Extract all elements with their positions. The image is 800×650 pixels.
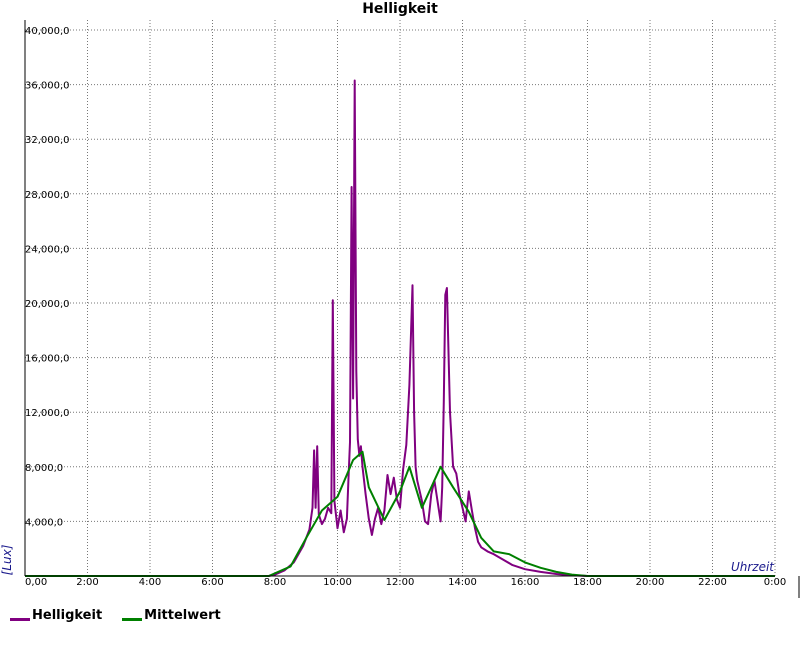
x-tick-label: 0,00: [25, 577, 47, 588]
chart-title: Helligkeit: [362, 1, 438, 17]
x-tick-label: 22:00: [698, 577, 727, 588]
y-tick-label: 24,000,0: [25, 244, 70, 255]
x-tick-label: 14:00: [448, 577, 477, 588]
legend-swatch-helligkeit: [10, 618, 30, 621]
series-lines: [25, 79, 775, 577]
legend-label-helligkeit: Helligkeit: [32, 608, 103, 623]
x-tick-label: 16:00: [511, 577, 540, 588]
x-tick-label: 2:00: [76, 577, 98, 588]
legend-item-helligkeit: Helligkeit: [10, 608, 102, 623]
y-tick-label: 28,000,0: [25, 190, 70, 201]
x-tick-label: 10:00: [323, 577, 352, 588]
legend: Helligkeit Mittelwert: [10, 608, 221, 623]
series-line-helligkeit: [25, 79, 775, 577]
y-tick-label: 32,000,0: [25, 135, 70, 146]
x-tick-label: 12:00: [386, 577, 415, 588]
x-tick-label: 8:00: [264, 577, 286, 588]
x-tick-label: 20:00: [636, 577, 665, 588]
legend-label-mittelwert: Mittelwert: [144, 608, 221, 623]
y-tick-label: 20,000,0: [25, 299, 70, 310]
x-tick-label: 4:00: [139, 577, 161, 588]
legend-swatch-mittelwert: [122, 618, 143, 621]
brightness-chart: Helligkeit 0,00 2:00 4:00 6:00 8:00 10:00 12:0…: [0, 1, 800, 598]
y-axis-label: [Lux]: [0, 544, 14, 575]
y-tick-label: 4,000,0: [25, 517, 63, 528]
x-tick-label: 18:00: [573, 577, 602, 588]
legend-item-mittelwert: Mittelwert: [122, 608, 221, 623]
y-tick-label: 16,000,0: [25, 354, 70, 365]
y-tick-label: 8,000,0: [25, 463, 63, 474]
y-tick-label: 36,000,0: [25, 81, 70, 92]
tick-labels: 0,00 2:00 4:00 6:00 8:00 10:00 12:00 14:00 16:00…: [25, 26, 786, 588]
x-tick-label: 0:00: [764, 577, 786, 588]
y-tick-label: 40,000,0: [25, 26, 70, 37]
x-tick-label: 6:00: [201, 577, 223, 588]
x-axis-label: Uhrzeit: [731, 560, 775, 574]
y-tick-label: 12,000,0: [25, 408, 70, 419]
